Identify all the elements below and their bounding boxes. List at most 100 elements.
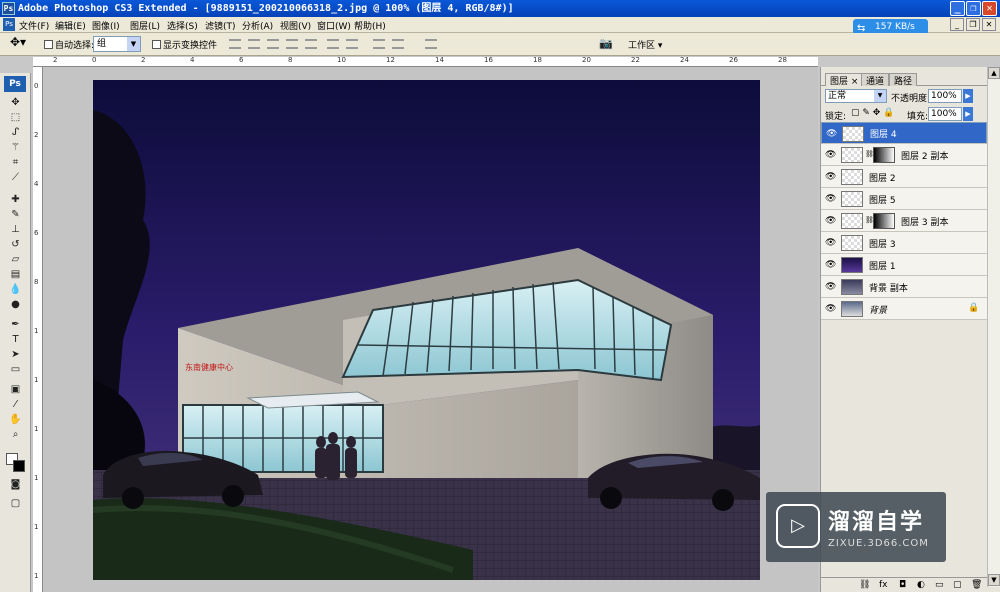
crop-tool-icon[interactable]: ⌗ [9,156,22,169]
layer-row[interactable]: 👁 背景 🔒 [821,298,987,320]
eraser-tool-icon[interactable]: ▱ [9,253,22,266]
tab-channels[interactable]: 通道 [861,73,890,87]
scroll-up-icon[interactable]: ▲ [988,67,1000,79]
zoom-tool-icon[interactable]: ⌕ [9,428,22,441]
layer-row[interactable]: 👁 ⛓ 图层 2 副本 [821,144,987,166]
eyedropper-tool-icon[interactable]: ⁄ [9,398,22,411]
menu-select[interactable]: 选择(S) [167,19,198,32]
link-layers-icon[interactable]: ⛓ [859,580,870,590]
layers-scrollbar[interactable]: ▲ ▼ [987,67,1000,587]
tab-layers[interactable]: 图层 × [825,73,864,87]
path-select-tool-icon[interactable]: ➤ [9,348,22,361]
eye-icon[interactable]: 👁 [825,150,836,160]
layer-style-icon[interactable]: fx [879,580,888,590]
distribute-vcenter-icon[interactable] [346,39,358,49]
layer-row[interactable]: 👁 图层 5 [821,188,987,210]
doc-restore-button[interactable]: ❐ [966,18,980,31]
workspace-menu[interactable]: 工作区 ▾ [628,38,662,51]
brush-tool-icon[interactable]: ✎ [9,208,22,221]
blend-mode-dropdown[interactable]: 正常 ▼ [825,89,887,103]
delete-layer-icon[interactable]: 🗑 [971,580,982,590]
menu-window[interactable]: 窗口(W) [317,19,351,32]
align-bottom-icon[interactable] [267,39,279,49]
eye-icon[interactable]: 👁 [825,304,836,314]
auto-select-checkbox[interactable]: 自动选择: [44,38,94,51]
eye-icon[interactable]: 👁 [825,216,836,226]
opacity-input[interactable]: 100% [928,89,962,103]
scroll-down-icon[interactable]: ▼ [988,574,1000,586]
shape-tool-icon[interactable]: ▭ [9,363,22,376]
layer-row[interactable]: 👁 图层 2 [821,166,987,188]
menu-view[interactable]: 视图(V) [280,19,311,32]
document-image[interactable]: 东南健康中心 [93,80,760,580]
layer-row[interactable]: 👁 图层 1 [821,254,987,276]
menu-image[interactable]: 图像(I) [92,19,120,32]
menu-analysis[interactable]: 分析(A) [242,19,273,32]
dodge-tool-icon[interactable]: ● [9,298,22,311]
gradient-tool-icon[interactable]: ▤ [9,268,22,281]
menu-edit[interactable]: 编辑(E) [55,19,86,32]
auto-select-dropdown[interactable]: 组 ▼ [93,36,141,52]
layer-row[interactable]: 👁 背景 副本 [821,276,987,298]
fill-arrow-icon[interactable]: ▶ [963,107,973,121]
history-brush-tool-icon[interactable]: ↺ [9,238,22,251]
menu-file[interactable]: 文件(F) [19,19,49,32]
marquee-tool-icon[interactable]: ⬚ [9,111,22,124]
eye-icon[interactable]: 👁 [826,129,837,139]
menu-layer[interactable]: 图层(L) [130,19,160,32]
eye-icon[interactable]: 👁 [825,282,836,292]
notes-tool-icon[interactable]: ▣ [9,383,22,396]
pen-tool-icon[interactable]: ✒ [9,318,22,331]
canvas-area[interactable]: 东南健康中心 [43,67,818,592]
eye-icon[interactable]: 👁 [825,238,836,248]
auto-align-icon[interactable] [425,39,437,49]
eye-icon[interactable]: 👁 [825,194,836,204]
distribute-hcenter-icon[interactable] [392,39,404,49]
document-icon[interactable]: Ps [3,18,15,31]
align-hcenter-icon[interactable] [305,39,317,49]
new-group-icon[interactable]: ▭ [935,580,944,590]
minimize-button[interactable]: _ [950,1,965,16]
fill-input[interactable]: 100% [928,107,962,121]
close-button[interactable]: ✕ [982,1,997,16]
layer-row[interactable]: 👁 图层 4 [821,122,987,144]
type-tool-icon[interactable]: T [9,333,22,346]
adjustment-layer-icon[interactable]: ◐ [917,580,925,590]
show-transform-checkbox[interactable]: 显示变换控件 [152,38,217,51]
align-top-icon[interactable] [229,39,241,49]
doc-close-button[interactable]: ✕ [982,18,996,31]
menu-help[interactable]: 帮助(H) [354,19,386,32]
lasso-tool-icon[interactable]: ᔑ [9,126,22,139]
camera-icon[interactable]: 📷 [599,37,613,50]
move-tool-icon[interactable]: ✥ [9,96,22,109]
new-layer-icon[interactable]: ▢ [953,580,962,590]
move-tool-preset-icon[interactable]: ✥▾ [10,35,26,49]
magic-wand-tool-icon[interactable]: ⚚ [9,141,22,154]
opacity-arrow-icon[interactable]: ▶ [963,89,973,103]
screen-mode-icon[interactable]: ▢ [9,497,22,510]
menu-filter[interactable]: 滤镜(T) [205,19,236,32]
eye-icon[interactable]: 👁 [825,172,836,182]
slice-tool-icon[interactable]: ⟋ [9,171,22,184]
layer-row[interactable]: 👁 ⛓ 图层 3 副本 [821,210,987,232]
photoshop-logo[interactable]: Ps [4,76,26,92]
distribute-top-icon[interactable] [327,39,339,49]
lock-options-icons[interactable]: ▢ ✎ ✥ 🔒 [851,108,894,118]
align-left-icon[interactable] [286,39,298,49]
layer-mask-thumbnail[interactable] [873,147,895,163]
eye-icon[interactable]: 👁 [825,260,836,270]
layer-mask-thumbnail[interactable] [873,213,895,229]
stamp-tool-icon[interactable]: ⊥ [9,223,22,236]
quick-mask-icon[interactable]: ◙ [9,478,22,491]
foreground-color-swatch[interactable] [13,460,25,472]
doc-minimize-button[interactable]: _ [950,18,964,31]
healing-tool-icon[interactable]: ✚ [9,193,22,206]
hand-tool-icon[interactable]: ✋ [9,413,22,426]
blur-tool-icon[interactable]: 💧 [9,283,22,296]
restore-button[interactable]: ❐ [966,1,981,16]
align-vcenter-icon[interactable] [248,39,260,49]
tab-paths[interactable]: 路径 [889,73,918,87]
layer-row[interactable]: 👁 图层 3 [821,232,987,254]
distribute-left-icon[interactable] [373,39,385,49]
add-mask-icon[interactable]: ◘ [899,580,906,590]
